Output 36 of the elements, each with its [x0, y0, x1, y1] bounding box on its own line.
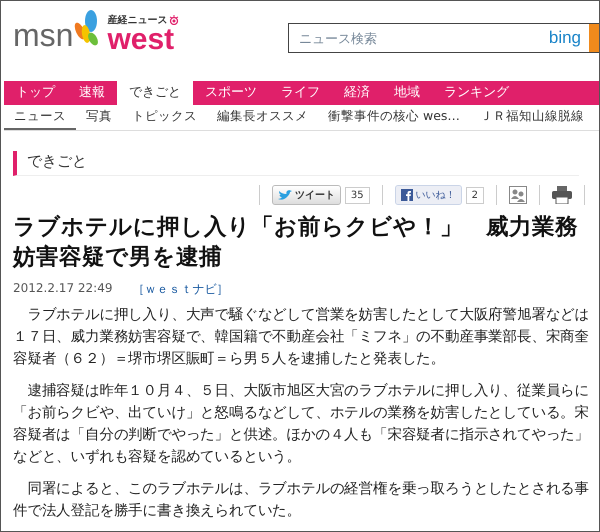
subnav-link[interactable]: 編集長オススメ [207, 105, 318, 130]
article-date: 2012.2.17 22:49 [13, 280, 112, 297]
subnav-link[interactable]: トピックス [122, 105, 207, 130]
nav-tab[interactable]: 地域 [382, 81, 432, 105]
subnav-link[interactable]: ニュース [4, 105, 76, 130]
nav-tab[interactable]: 経済 [332, 81, 382, 105]
print-icon[interactable] [552, 186, 572, 204]
bing-logo: bing [548, 28, 581, 48]
article-paragraph: 逮捕容疑は昨年１０月４、５日、大阪市旭区大宮のラブホテルに押し入り、従業員らに「お前らクビや、出ていけ」と怒鳴るなどして、ホテルの業務を妨害したとしている。宋容疑者は「自分の判断でやった」と供述。ほかの４人も「宋容疑者に指示されてやった」などと、いずれも容疑を認めているという。 [13, 382, 589, 467]
nav-tab[interactable]: 速報 [67, 81, 117, 105]
tweet-button[interactable]: ツイート [272, 185, 341, 205]
subnav-link[interactable]: ＪＲ福知山線脱線 [470, 105, 594, 130]
article-paragraph: 同署によると、このラブホテルは、ラブホテルの経営権を乗っ取ろうとしたとされる事件で法人登記を勝手に書き換えられていた。 [13, 480, 589, 521]
people-icon[interactable] [509, 186, 527, 204]
search-bar[interactable]: ニュース検索 bing [288, 23, 599, 53]
nav-tab[interactable]: できごと [117, 81, 193, 105]
west-logo[interactable]: west [107, 25, 180, 55]
search-field[interactable]: ニュース検索 [289, 30, 549, 46]
category-link[interactable]: ［ｗｅｓｔナビ］ [132, 280, 228, 298]
article-headline: ラブホテルに押し入り「お前らクビや！」 威力業務妨害容疑で男を逮捕 [13, 213, 579, 272]
bird-icon [278, 190, 292, 200]
like-button[interactable]: いいね！ [394, 185, 462, 205]
nav-tab[interactable]: トップ [4, 81, 67, 105]
article-paragraph: ラブホテルに押し入り、大声で騒ぐなどして営業を妨害したとして大阪府警旭署などは１７日、威力業務妨害容疑で、韓国籍で不動産会社「ミフネ」の不動産事業部長、宋商奎容疑者（６２）＝堺市堺区賑町＝ら男５人を逮捕したと発表した。 [13, 306, 589, 369]
like-count: 2 [466, 186, 484, 204]
msn-logo[interactable]: msn [13, 19, 74, 51]
subnav-link[interactable]: 写真 [76, 105, 122, 130]
nav-tab[interactable]: スポーツ [193, 81, 269, 105]
facebook-icon [400, 189, 413, 201]
subnav-link[interactable]: 衝撃事件の核心 wes… [318, 105, 470, 130]
tweet-count: 35 [344, 186, 370, 204]
section-title: できごと [27, 152, 87, 170]
nav-tab[interactable]: ランキング [432, 81, 521, 105]
eye-icon [168, 15, 180, 25]
nav-tab[interactable]: ライフ [269, 81, 332, 105]
brand-name: 産経ニュース [107, 13, 168, 27]
